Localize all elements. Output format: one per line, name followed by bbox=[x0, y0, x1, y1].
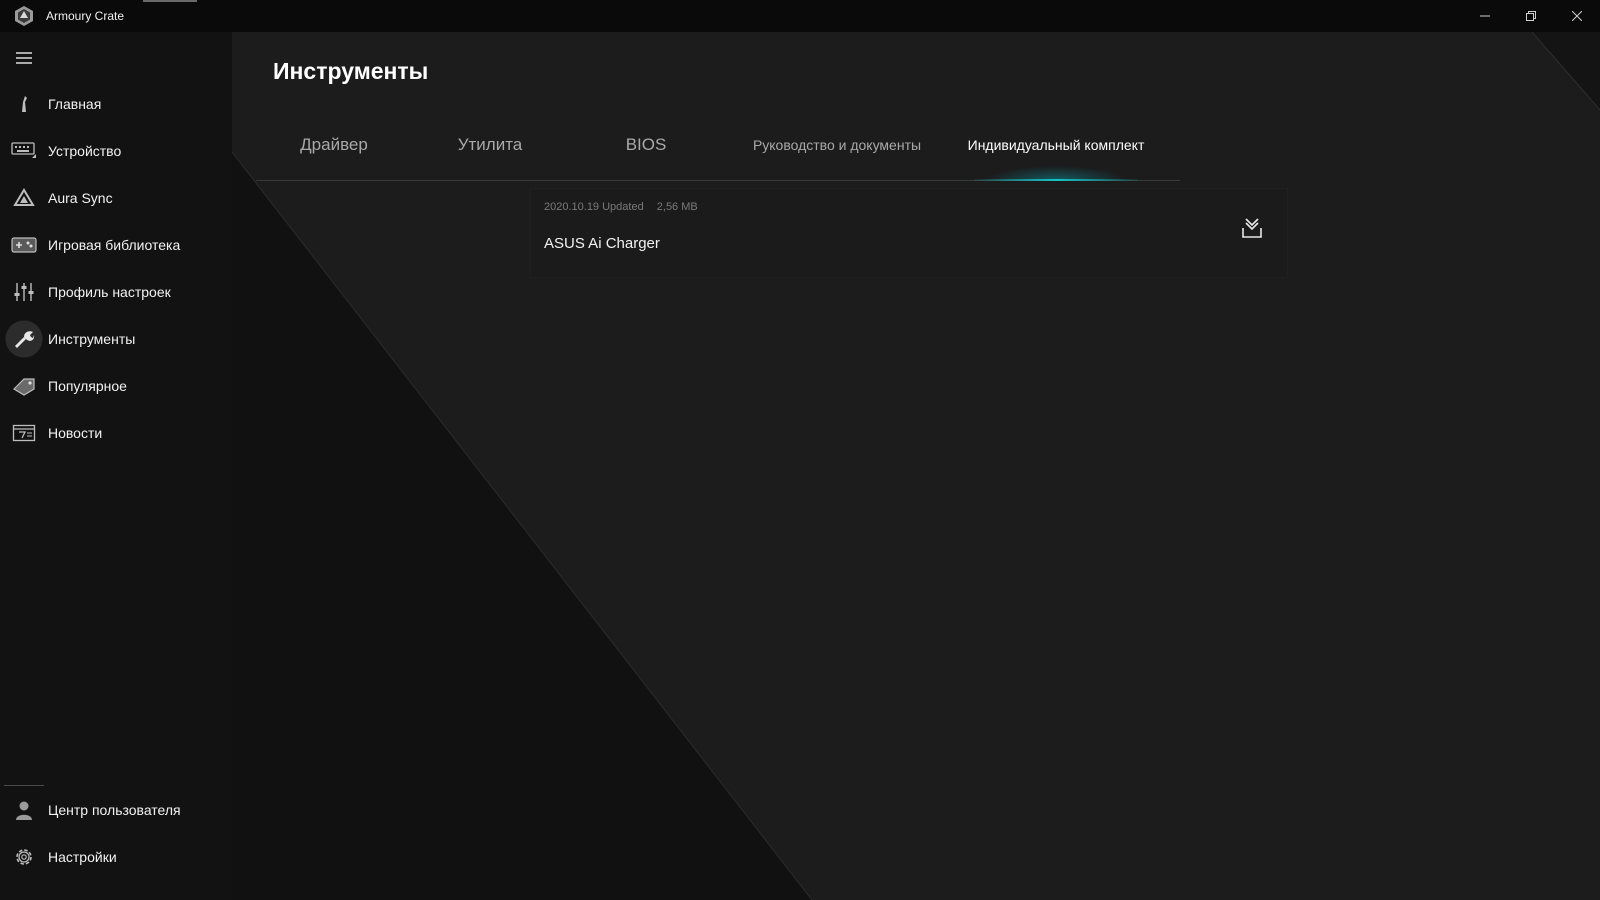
minimize-icon bbox=[1480, 15, 1490, 17]
item-updated-date: 2020.10.19 Updated bbox=[544, 201, 644, 213]
sidebar-item-label: Новости bbox=[48, 425, 103, 441]
sidebar-item-label: Aura Sync bbox=[48, 190, 113, 206]
tab-active-indicator bbox=[974, 179, 1138, 181]
window-title: Armoury Crate bbox=[46, 9, 125, 23]
sidebar-item-home[interactable]: Главная bbox=[0, 84, 232, 124]
gear-icon bbox=[0, 837, 48, 877]
news-icon bbox=[0, 413, 48, 453]
download-button[interactable] bbox=[1237, 213, 1267, 243]
hamburger-menu-icon[interactable] bbox=[14, 48, 34, 68]
sidebar: Главная Устройство Aura Sync Игровая биб… bbox=[0, 32, 232, 900]
main-content: Инструменты Драйвер Утилита BIOS Руковод… bbox=[232, 32, 1600, 900]
tab-custom-kit[interactable]: Индивидуальный комплект bbox=[956, 110, 1156, 181]
sidebar-item-scenario-profile[interactable]: Профиль настроек bbox=[0, 272, 232, 312]
aura-sync-icon bbox=[0, 178, 48, 218]
sidebar-item-label: Профиль настроек bbox=[48, 284, 171, 300]
sidebar-item-label: Настройки bbox=[48, 849, 117, 865]
scenario-profile-icon bbox=[0, 272, 48, 312]
tab-label: Утилита bbox=[457, 135, 523, 154]
tab-label: Индивидуальный комплект bbox=[967, 137, 1145, 153]
sidebar-item-label: Популярное bbox=[48, 378, 127, 394]
sidebar-item-game-library[interactable]: Игровая библиотека bbox=[0, 225, 232, 265]
page-title: Инструменты bbox=[273, 58, 429, 84]
sidebar-item-device[interactable]: Устройство bbox=[0, 131, 232, 171]
tab-bios[interactable]: BIOS bbox=[588, 110, 704, 180]
sidebar-item-aura-sync[interactable]: Aura Sync bbox=[0, 178, 232, 218]
armoury-crate-logo-icon bbox=[10, 2, 38, 30]
restore-button[interactable] bbox=[1508, 0, 1554, 32]
featured-icon bbox=[0, 366, 48, 406]
sidebar-item-label: Игровая библиотека bbox=[48, 237, 181, 253]
sidebar-item-settings[interactable]: Настройки bbox=[0, 837, 232, 877]
tab-bar: Драйвер Утилита BIOS Руководство и докум… bbox=[256, 110, 1180, 181]
sidebar-item-label: Устройство bbox=[48, 143, 122, 159]
sidebar-item-label: Центр пользователя bbox=[48, 802, 181, 818]
tab-active-glow bbox=[986, 166, 1126, 180]
close-button[interactable] bbox=[1554, 0, 1600, 32]
user-icon bbox=[0, 790, 48, 830]
tab-utility[interactable]: Утилита bbox=[432, 110, 548, 180]
tab-label: Драйвер bbox=[300, 135, 368, 154]
download-icon bbox=[1242, 218, 1262, 238]
sidebar-divider bbox=[4, 785, 44, 786]
item-file-size: 2,56 MB bbox=[656, 201, 698, 213]
sidebar-item-news[interactable]: Новости bbox=[0, 413, 232, 453]
home-icon bbox=[0, 84, 48, 124]
sidebar-item-label: Главная bbox=[48, 96, 102, 112]
minimize-button[interactable] bbox=[1462, 0, 1508, 32]
sidebar-item-label: Инструменты bbox=[48, 331, 136, 347]
restore-icon bbox=[1526, 11, 1536, 21]
tools-icon bbox=[0, 319, 48, 359]
tab-driver[interactable]: Драйвер bbox=[276, 110, 392, 180]
item-meta: 2020.10.19 Updated 2,56 MB bbox=[544, 201, 708, 213]
tab-label: BIOS bbox=[625, 135, 667, 154]
close-icon bbox=[1572, 11, 1582, 21]
tab-manuals-documents[interactable]: Руководство и документы bbox=[744, 110, 930, 180]
game-library-icon bbox=[0, 225, 48, 265]
list-item: 2020.10.19 Updated 2,56 MB ASUS Ai Charg… bbox=[530, 188, 1288, 278]
sidebar-item-user-center[interactable]: Центр пользователя bbox=[0, 790, 232, 830]
sidebar-item-featured[interactable]: Популярное bbox=[0, 366, 232, 406]
device-icon bbox=[0, 131, 48, 171]
title-bar-accent bbox=[143, 0, 197, 2]
sidebar-item-tools[interactable]: Инструменты bbox=[0, 319, 232, 359]
window-controls bbox=[1462, 0, 1600, 32]
item-name: ASUS Ai Charger bbox=[544, 235, 660, 252]
title-bar: Armoury Crate bbox=[0, 0, 1600, 32]
tab-label: Руководство и документы bbox=[752, 137, 922, 153]
